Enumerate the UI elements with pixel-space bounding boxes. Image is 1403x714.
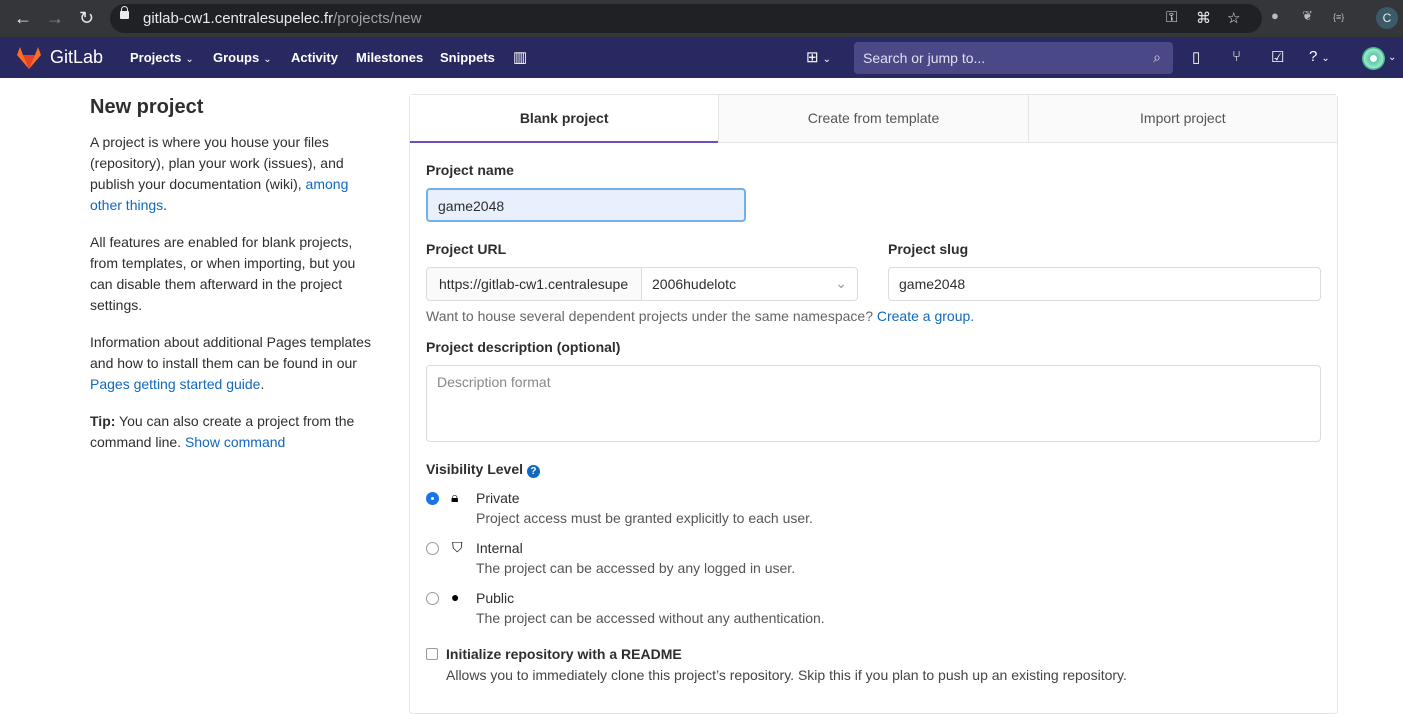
- show-command-link[interactable]: Show command: [185, 434, 285, 450]
- tab-blank-project[interactable]: Blank project: [410, 95, 719, 143]
- globe-icon: ●: [451, 589, 460, 605]
- readme-label[interactable]: Initialize repository with a README: [446, 646, 682, 662]
- description-textarea[interactable]: Description format: [426, 365, 1321, 442]
- translate-icon[interactable]: ⌘: [1196, 9, 1211, 27]
- url-path: /projects/new: [333, 10, 422, 27]
- extension-feather-icon[interactable]: ❦: [1302, 8, 1313, 24]
- brand[interactable]: GitLab: [50, 47, 103, 68]
- url-prefix: https://gitlab-cw1.centralesupe: [426, 267, 642, 301]
- page-title: New project: [90, 96, 204, 118]
- nav-activity[interactable]: Activity: [291, 50, 338, 65]
- visibility-public-radio[interactable]: [426, 592, 439, 605]
- profile-avatar[interactable]: C: [1376, 7, 1398, 29]
- description-label: Project description (optional): [426, 339, 621, 355]
- nav-snippets[interactable]: Snippets: [440, 50, 495, 65]
- url-host: gitlab-cw1.centralesupelec.fr: [143, 10, 334, 27]
- extension-icon[interactable]: ●: [1271, 8, 1279, 23]
- address-bar[interactable]: gitlab-cw1.centralesupelec.fr/projects/n…: [110, 4, 1262, 33]
- project-slug-input[interactable]: game2048: [888, 267, 1321, 301]
- visibility-private-radio[interactable]: [426, 492, 439, 505]
- search-input[interactable]: Search or jump to... ⌕: [854, 42, 1173, 74]
- nav-groups[interactable]: Groups ⌄: [213, 50, 272, 65]
- project-name-input[interactable]: game2048: [426, 188, 746, 222]
- visibility-private-title: Private: [476, 490, 520, 506]
- help-icon[interactable]: ?: [526, 465, 540, 478]
- chevron-down-icon[interactable]: ⌄: [1388, 52, 1396, 63]
- user-avatar[interactable]: [1362, 47, 1385, 70]
- sidebar-info: New project A project is where you house…: [90, 96, 375, 469]
- issues-icon[interactable]: ▯: [1192, 48, 1200, 66]
- visibility-private-desc: Project access must be granted explicitl…: [476, 510, 813, 526]
- chart-icon[interactable]: ▥: [513, 48, 527, 66]
- visibility-internal-title: Internal: [476, 540, 523, 556]
- back-icon[interactable]: ←: [14, 7, 32, 29]
- tab-import-project[interactable]: Import project: [1027, 95, 1337, 143]
- browser-toolbar: ← → ↻ gitlab-cw1.centralesupelec.fr/proj…: [0, 0, 1403, 37]
- pages-guide-link[interactable]: Pages getting started guide: [90, 376, 260, 392]
- visibility-internal-radio[interactable]: [426, 542, 439, 555]
- features-text: All features are enabled for blank proje…: [90, 234, 356, 313]
- visibility-public-desc: The project can be accessed without any …: [476, 610, 825, 626]
- visibility-internal-desc: The project can be accessed by any logge…: [476, 560, 796, 576]
- nav-milestones[interactable]: Milestones: [356, 50, 423, 65]
- forward-icon[interactable]: →: [46, 7, 64, 29]
- gitlab-logo-icon[interactable]: [16, 46, 42, 70]
- search-icon: ⌕: [1153, 49, 1161, 65]
- new-dropdown-icon[interactable]: ⊞ ⌄: [806, 48, 831, 66]
- chevron-down-icon: ⌄: [835, 275, 847, 291]
- lock-icon: 🔒︎: [451, 489, 459, 505]
- lock-icon: [120, 6, 129, 19]
- tab-create-from-template[interactable]: Create from template: [718, 95, 1028, 143]
- todos-icon[interactable]: ☑: [1271, 48, 1284, 66]
- project-name-label: Project name: [426, 162, 514, 178]
- shield-icon: ⛉: [452, 539, 463, 555]
- project-url-label: Project URL: [426, 241, 507, 257]
- readme-checkbox[interactable]: [426, 648, 438, 660]
- star-icon[interactable]: ☆: [1227, 9, 1240, 27]
- top-navbar: GitLab Projects ⌄ Groups ⌄ Activity Milest…: [0, 37, 1403, 78]
- key-icon[interactable]: ⚿: [1166, 9, 1177, 26]
- nav-projects[interactable]: Projects ⌄: [130, 50, 194, 65]
- project-slug-label: Project slug: [888, 241, 969, 257]
- readme-desc: Allows you to immediately clone this pro…: [446, 667, 1127, 683]
- reload-icon[interactable]: ↻: [79, 7, 94, 29]
- help-icon[interactable]: ? ⌄: [1309, 48, 1330, 65]
- group-help: Want to house several dependent projects…: [426, 308, 975, 324]
- merge-requests-icon[interactable]: ⑂: [1232, 48, 1241, 65]
- extension-json-icon[interactable]: {≡}: [1333, 12, 1344, 22]
- visibility-label: Visibility Level ?: [426, 461, 540, 478]
- create-group-link[interactable]: Create a group.: [877, 308, 974, 324]
- visibility-public-title: Public: [476, 590, 515, 606]
- namespace-select[interactable]: 2006hudelotc ⌄: [641, 267, 858, 301]
